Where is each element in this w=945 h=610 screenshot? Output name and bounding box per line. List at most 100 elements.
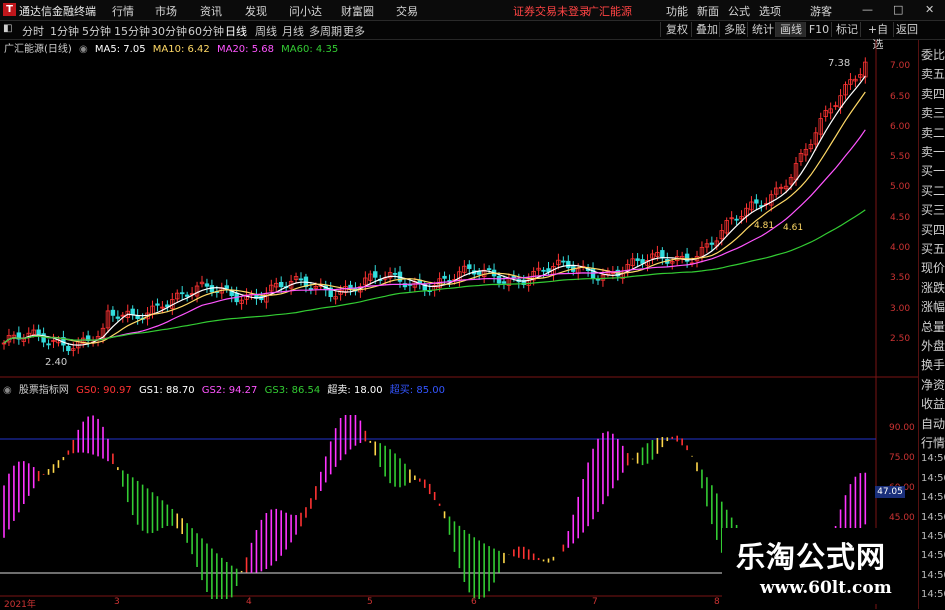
indicator-info-line: ◉ 股票指标网 GS0: 90.97 GS1: 88.70 GS2: 94.27… xyxy=(0,381,449,396)
side-panel-item[interactable]: 卖三 xyxy=(921,104,945,121)
side-panel-item[interactable]: 14:50 xyxy=(921,453,945,464)
app-logo-icon: T xyxy=(3,3,16,16)
period-tab-daily[interactable]: 日线 xyxy=(225,23,247,39)
chevron-left-icon[interactable]: ◧ xyxy=(3,23,12,34)
annotation-label: 4.81 xyxy=(754,221,775,231)
close-icon[interactable]: ✕ xyxy=(925,3,934,16)
candle-body xyxy=(442,275,447,279)
period-tab[interactable]: 30分钟 xyxy=(151,23,187,39)
menu-quotes[interactable]: 行情 xyxy=(112,3,134,19)
indicator-tick-label: 45.00 xyxy=(889,513,915,523)
x-label: 4 xyxy=(246,597,252,607)
price-tick-label: 6.50 xyxy=(890,91,911,102)
gs0-value: GS0: 90.97 xyxy=(76,385,132,396)
menu-discover[interactable]: 发现 xyxy=(245,3,267,19)
period-tab[interactable]: 60分钟 xyxy=(188,23,224,39)
side-panel-item[interactable]: 14:50 xyxy=(921,492,945,503)
side-panel-item[interactable]: 买二 xyxy=(921,182,945,199)
side-panel-item[interactable]: 卖一 xyxy=(921,143,945,160)
low-price-label: 2.40 xyxy=(45,357,68,368)
candlesticks xyxy=(1,57,868,357)
side-panel-item[interactable]: 涨幅 xyxy=(921,298,945,315)
period-tab[interactable]: 多周期 xyxy=(309,23,342,39)
candle-body xyxy=(46,343,51,346)
indicator-tick-label: 90.00 xyxy=(889,423,915,433)
toolbar-add-watchlist[interactable]: +自选 xyxy=(860,22,895,51)
price-tick-label: 7.00 xyxy=(890,61,911,72)
period-tab[interactable]: 1分钟 xyxy=(50,23,79,39)
side-panel-item[interactable]: 涨跌 xyxy=(921,279,945,296)
guest-label[interactable]: 游客 xyxy=(810,3,832,19)
price-tick-label: 3.00 xyxy=(890,303,911,314)
stock-chart[interactable] xyxy=(0,40,918,609)
toolbar-adjust[interactable]: 复权 xyxy=(660,22,693,37)
side-panel-item[interactable]: 总量 xyxy=(921,318,945,335)
moving-averages xyxy=(3,75,866,346)
period-tab-more[interactable]: 更多 xyxy=(343,23,365,39)
side-panel-item[interactable]: 14:50 xyxy=(921,473,945,484)
minimize-icon[interactable]: — xyxy=(862,3,873,16)
settings-icon[interactable]: ◉ xyxy=(3,385,12,396)
side-panel-item[interactable]: 14:50 xyxy=(921,570,945,581)
x-label: 7 xyxy=(592,597,598,607)
side-panel-item[interactable]: 收益 xyxy=(921,395,945,412)
side-panel-item[interactable]: 买三 xyxy=(921,201,945,218)
menu-function[interactable]: 功能 xyxy=(666,3,688,19)
candle-body xyxy=(476,271,482,275)
side-panel-item[interactable]: 行情 xyxy=(921,434,945,451)
menu-formula[interactable]: 公式 xyxy=(728,3,750,19)
x-label: 3 xyxy=(114,597,120,607)
gs3-value: GS3: 86.54 xyxy=(264,385,321,396)
candle-body xyxy=(501,281,507,284)
watermark-url: www.60lt.com xyxy=(760,578,892,598)
period-tab[interactable]: 月线 xyxy=(282,23,304,39)
menu-new-page[interactable]: 新面 xyxy=(697,3,719,19)
side-panel-item[interactable]: 买四 xyxy=(921,221,945,238)
menu-market[interactable]: 市场 xyxy=(155,3,177,19)
candle-body xyxy=(278,281,284,288)
side-panel-item[interactable]: 卖五 xyxy=(921,65,945,82)
period-tab[interactable]: 5分钟 xyxy=(82,23,111,39)
side-panel-item[interactable]: 14:50 xyxy=(921,589,945,600)
side-panel-item[interactable]: 自动 xyxy=(921,415,945,432)
toolbar-draw[interactable]: 画线 xyxy=(775,22,806,37)
menu-options[interactable]: 选项 xyxy=(759,3,781,19)
candle-body xyxy=(660,250,665,259)
side-panel-item[interactable]: 卖四 xyxy=(921,85,945,102)
side-panel-item[interactable]: 现价 xyxy=(921,259,945,276)
period-tab[interactable]: 分时 xyxy=(22,23,44,39)
watermark-title: 乐淘公式网 xyxy=(736,540,887,574)
side-panel-item[interactable]: 14:50 xyxy=(921,550,945,561)
candle-body xyxy=(41,333,46,343)
side-panel-item[interactable]: 买五 xyxy=(921,240,945,257)
price-tick-label: 5.00 xyxy=(890,182,911,193)
side-panel-item[interactable]: 14:50 xyxy=(921,531,945,542)
side-panel-item[interactable]: 净资 xyxy=(921,376,945,393)
toolbar-overlay[interactable]: 叠加 xyxy=(691,22,722,37)
side-panel-item[interactable]: 委比 xyxy=(921,46,945,63)
candle-body xyxy=(115,316,121,319)
toolbar-stats[interactable]: 统计 xyxy=(747,22,778,37)
candle-body xyxy=(754,199,759,204)
watermark: 乐淘公式网 www.60lt.com xyxy=(722,528,918,604)
period-tab[interactable]: 15分钟 xyxy=(114,23,150,39)
candle-body xyxy=(155,303,160,306)
menu-news[interactable]: 资讯 xyxy=(200,3,222,19)
menu-ask[interactable]: 问小达 xyxy=(289,3,322,19)
candle-body xyxy=(566,260,571,269)
period-tab[interactable]: 周线 xyxy=(255,23,277,39)
menu-wealth[interactable]: 财富圈 xyxy=(341,3,374,19)
side-panel-item[interactable]: 买一 xyxy=(921,162,945,179)
menu-trade[interactable]: 交易 xyxy=(396,3,418,19)
toolbar-mark[interactable]: 标记 xyxy=(831,22,862,37)
side-panel-item[interactable]: 14:50 xyxy=(921,512,945,523)
x-label: 8 xyxy=(714,597,720,607)
side-panel-item[interactable]: 外盘 xyxy=(921,337,945,354)
toolbar-back[interactable]: 返回 xyxy=(893,22,920,37)
side-panel-item[interactable]: 换手 xyxy=(921,356,945,373)
toolbar-f10[interactable]: F10 xyxy=(805,22,832,37)
login-notice[interactable]: 证券交易未登录 xyxy=(513,3,590,19)
maximize-icon[interactable]: □ xyxy=(893,3,903,16)
toolbar-multi[interactable]: 多股 xyxy=(719,22,750,37)
side-panel-item[interactable]: 卖二 xyxy=(921,124,945,141)
